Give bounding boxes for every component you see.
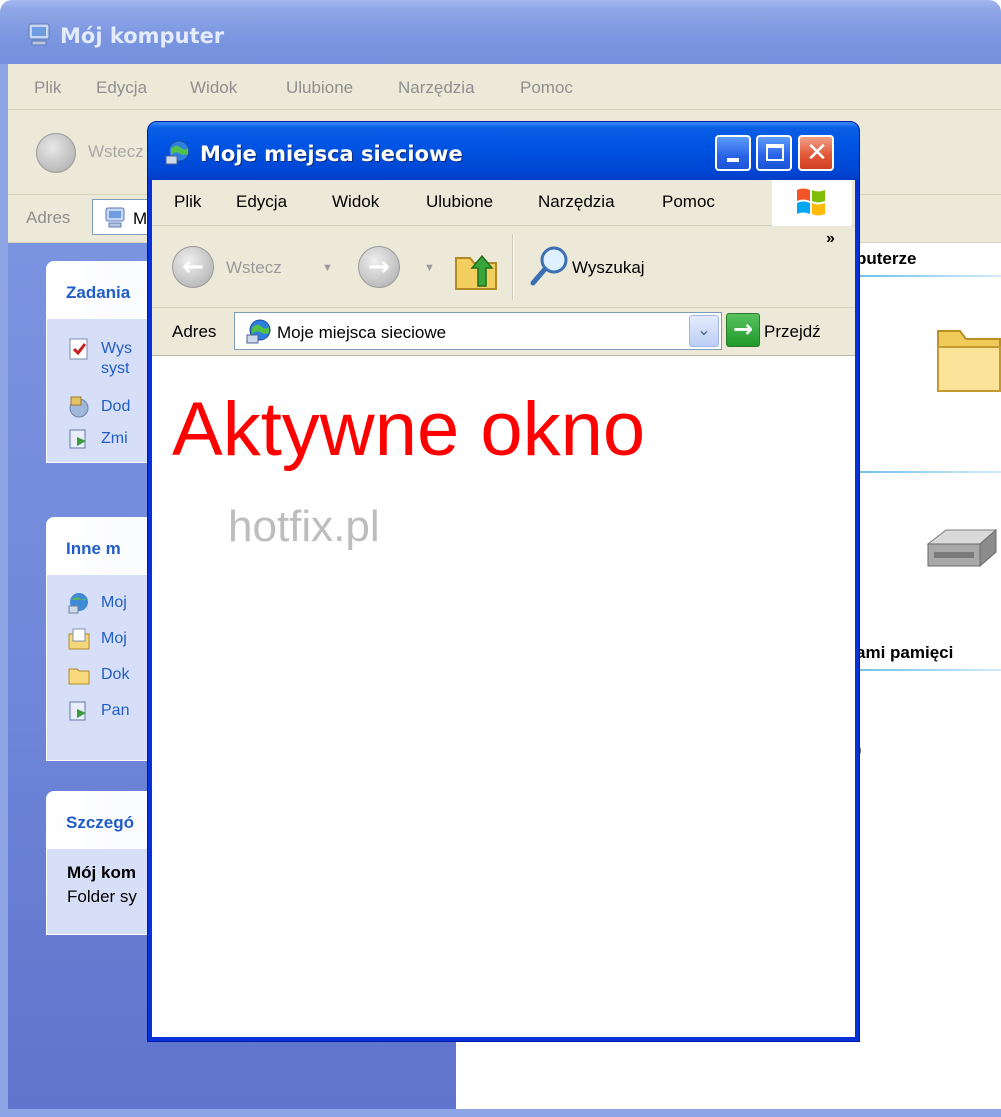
window-title: Mój komputer (60, 24, 225, 48)
details-subtitle: Folder sy (67, 887, 137, 906)
title-bar[interactable]: Mój komputer (0, 0, 1001, 64)
task-label: Wys (101, 340, 132, 357)
add-remove-programs-icon (69, 396, 89, 418)
hard-drive-icon[interactable] (922, 526, 1001, 576)
menu-plik[interactable]: Plik (34, 78, 61, 98)
computer-icon (105, 207, 125, 228)
place-label: Dok (101, 666, 130, 683)
menu-bar: Plik Edycja Widok Ulubione Narzędzia Pom… (8, 64, 1001, 110)
network-places-window[interactable]: Moje miejsca sieciowe ✕ Plik Edycja Wido… (147, 121, 860, 1042)
maximize-button[interactable] (756, 135, 792, 171)
back-dropdown-icon[interactable]: ▼ (322, 262, 333, 274)
menu-narzedzia[interactable]: Narzędzia (538, 192, 615, 212)
panel-title: Inne m (66, 539, 121, 558)
task-label: Zmi (101, 430, 128, 447)
window-frame (0, 1109, 1001, 1117)
group-divider (856, 471, 1001, 473)
forward-button[interactable]: → (358, 246, 400, 288)
panel-title: Zadania (66, 283, 131, 302)
toolbar-overflow-chevron-icon[interactable]: » (826, 230, 835, 248)
address-input[interactable]: Moje miejsca sieciowe ⌄ (234, 312, 722, 350)
control-panel-icon (69, 429, 86, 449)
folder-icon[interactable] (934, 321, 1001, 397)
go-label[interactable]: Przejdź (764, 322, 821, 342)
address-value: Moje miejsca sieciowe (277, 323, 447, 342)
menu-pomoc[interactable]: Pomoc (662, 192, 715, 212)
search-icon[interactable] (528, 244, 572, 288)
close-button[interactable]: ✕ (798, 135, 834, 171)
control-panel-icon (69, 701, 86, 721)
network-places-icon (68, 593, 88, 614)
address-bar: Adres Moje miejsca sieciowe ⌄ → Przejdź (152, 308, 855, 356)
group-divider (856, 669, 1001, 671)
address-label: Adres (26, 208, 71, 227)
address-value: M (133, 209, 148, 228)
go-button[interactable]: → (726, 313, 760, 347)
close-icon: ✕ (806, 138, 828, 168)
task-label-line2: syst (101, 360, 130, 377)
back-button[interactable] (36, 133, 76, 173)
details-title: Mój kom (67, 863, 136, 882)
window-title: Moje miejsca sieciowe (200, 142, 463, 166)
minimize-button[interactable] (715, 135, 751, 171)
menu-ulubione[interactable]: Ulubione (286, 78, 353, 98)
overlay-caption: Aktywne okno (172, 387, 646, 472)
system-info-icon (69, 338, 88, 360)
my-documents-icon (68, 628, 90, 650)
place-label: Moj (101, 594, 127, 611)
watermark-text: hotfix.pl (228, 502, 380, 551)
windows-logo-area (772, 180, 852, 226)
menu-ulubione[interactable]: Ulubione (426, 192, 493, 212)
group-header: puterze (856, 249, 917, 268)
group-divider (856, 275, 1001, 277)
toolbar: ← Wstecz ▼ → ▼ Wyszukaj » (152, 226, 855, 308)
window-frame (0, 64, 8, 1117)
menu-narzedzia[interactable]: Narzędzia (398, 78, 475, 98)
menu-bar: Plik Edycja Widok Ulubione Narzędzia Pom… (152, 180, 855, 226)
up-folder-icon[interactable] (452, 246, 500, 292)
menu-widok[interactable]: Widok (190, 78, 237, 98)
search-button[interactable]: Wyszukaj (572, 258, 645, 278)
toolbar-separator (512, 234, 514, 300)
group-header: ami pamięci (856, 643, 954, 662)
folder-icon (68, 668, 90, 685)
maximize-icon (766, 144, 784, 161)
menu-plik[interactable]: Plik (174, 192, 201, 212)
computer-icon (28, 23, 50, 46)
menu-widok[interactable]: Widok (332, 192, 379, 212)
chevron-down-icon: ⌄ (697, 320, 711, 339)
network-places-icon (246, 319, 271, 344)
network-places-icon (165, 140, 190, 165)
back-button[interactable]: ← (172, 246, 214, 288)
address-dropdown-button[interactable]: ⌄ (689, 315, 719, 347)
forward-dropdown-icon[interactable]: ▼ (424, 262, 435, 274)
title-bar[interactable]: Moje miejsca sieciowe ✕ (148, 122, 859, 180)
forward-arrow-icon: → (368, 252, 390, 282)
panel-title: Szczegó (66, 813, 135, 832)
menu-edycja[interactable]: Edycja (236, 192, 287, 212)
place-label: Moj (101, 630, 127, 647)
back-label: Wstecz (88, 142, 144, 161)
task-label: Dod (101, 398, 131, 415)
back-label: Wstecz (226, 258, 282, 277)
menu-edycja[interactable]: Edycja (96, 78, 147, 98)
place-label: Pan (101, 702, 130, 719)
address-label: Adres (172, 322, 217, 341)
go-arrow-icon: → (732, 315, 754, 343)
menu-pomoc[interactable]: Pomoc (520, 78, 573, 98)
back-arrow-icon: ← (182, 252, 204, 282)
file-view: Aktywne okno hotfix.pl (152, 356, 855, 1037)
minimize-icon (727, 158, 739, 162)
windows-logo-icon (797, 188, 825, 216)
